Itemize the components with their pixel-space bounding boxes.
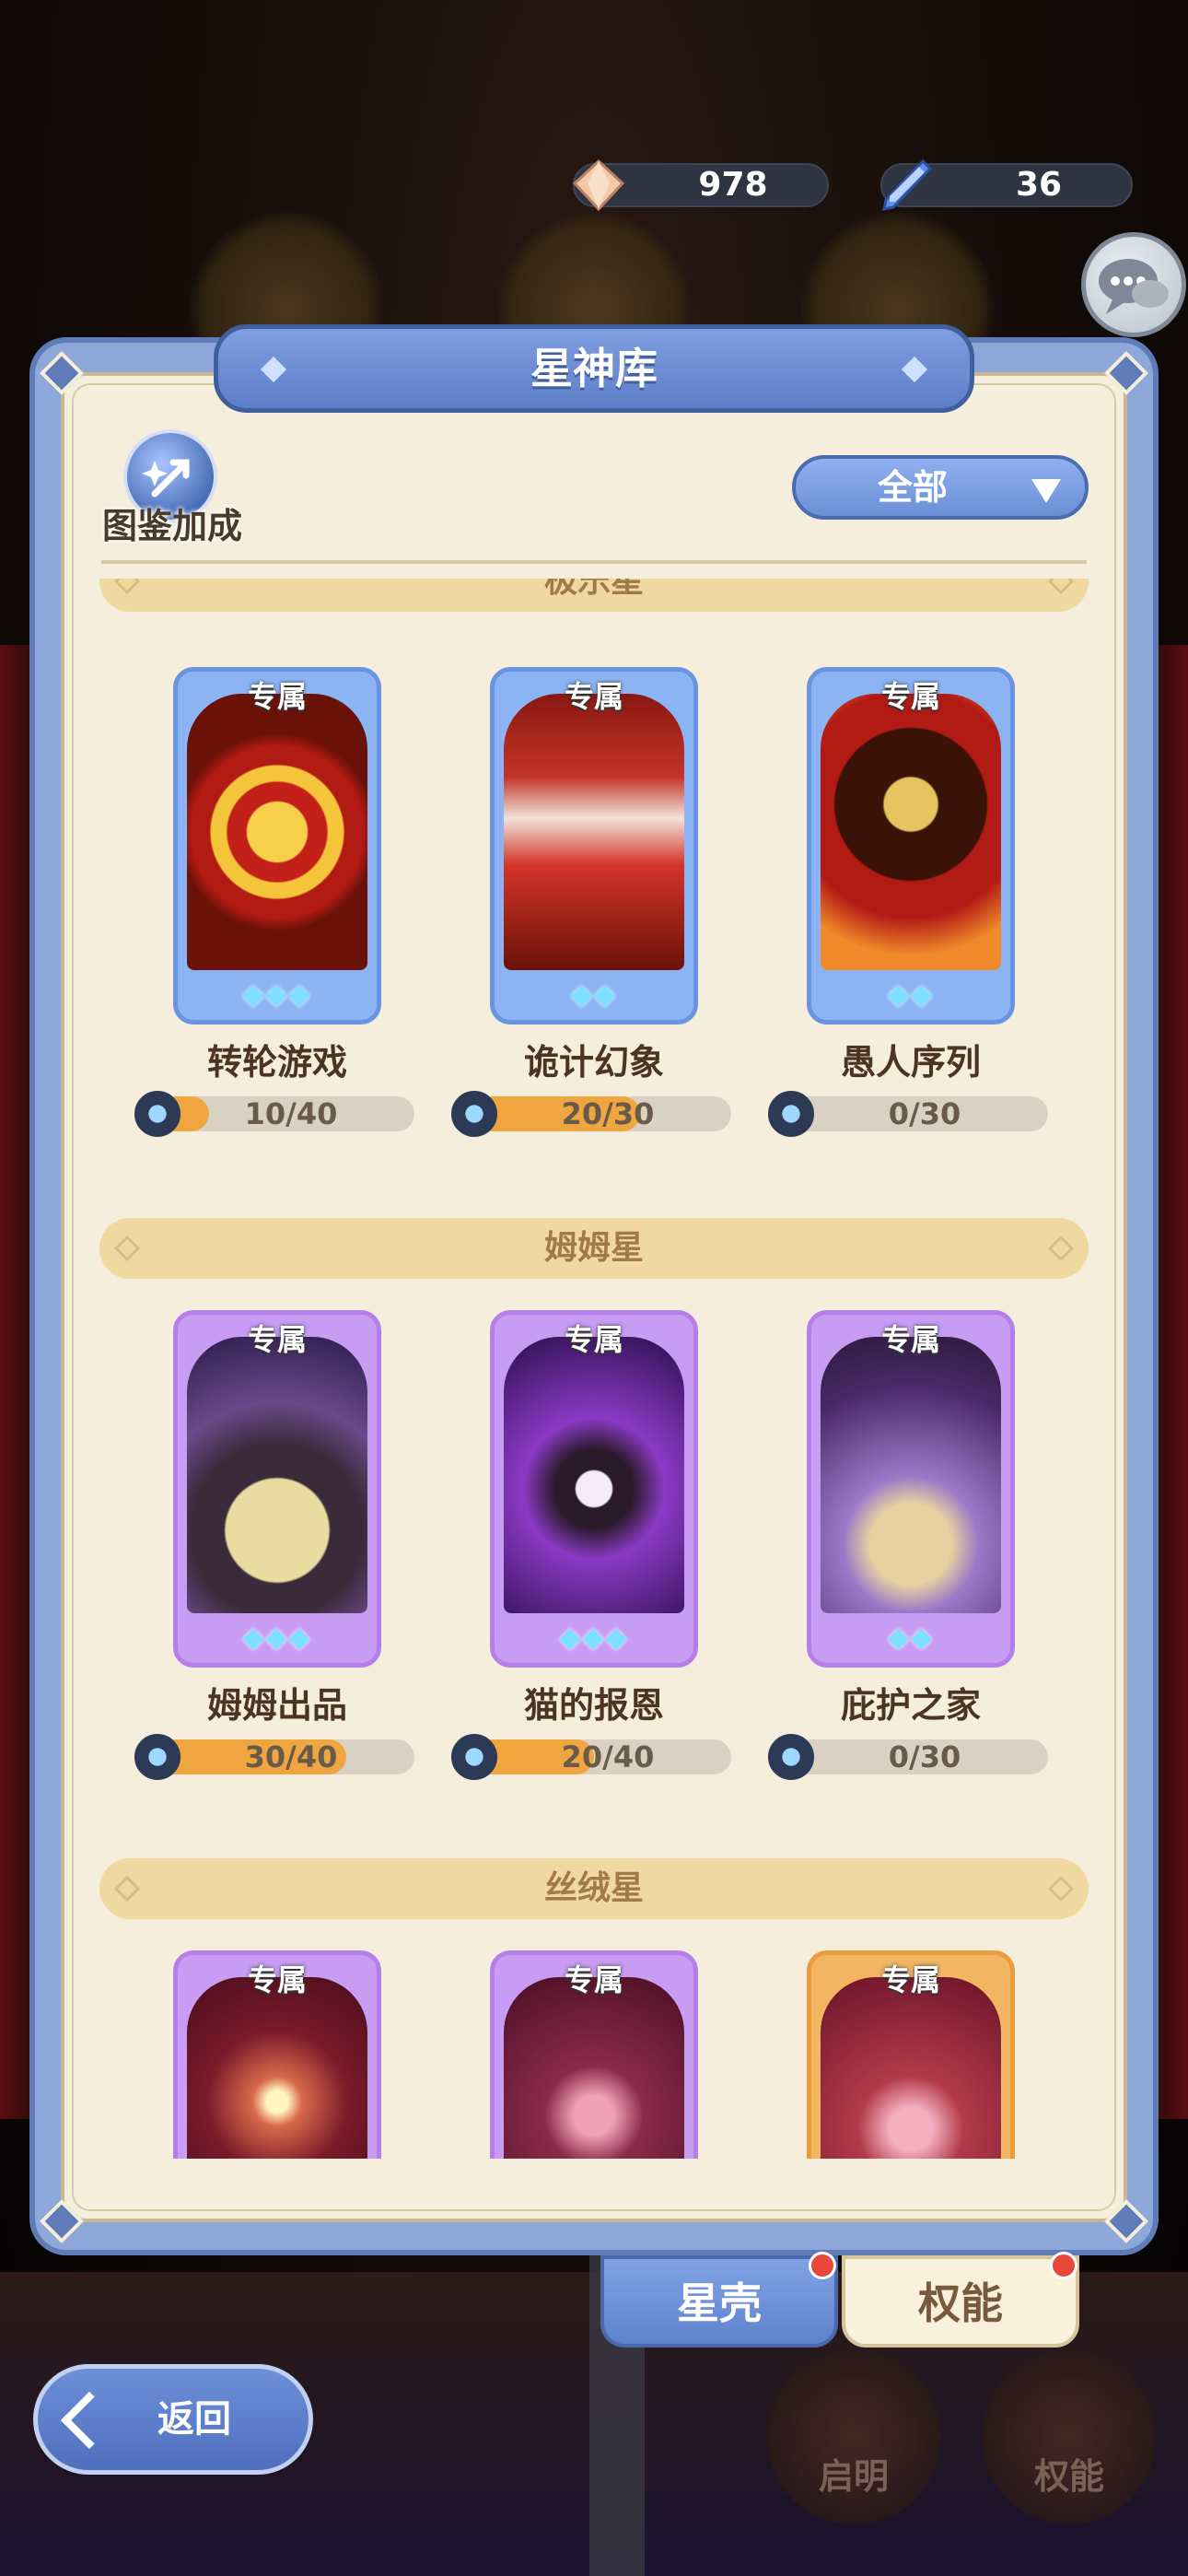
exclusive-tag: 专属 [247,1962,307,1997]
card-progress-bar: 0/30 [768,1734,1048,1780]
progress-text: 0/30 [888,1096,961,1131]
notification-dot [809,2252,836,2279]
card-art [187,1337,367,1613]
exclusive-tag: 专属 [880,679,940,714]
notification-dot [1050,2252,1077,2279]
card-trick-illusion[interactable]: 专属 ◆◆ [490,667,698,1025]
section-header: 姆姆星 [99,1218,1089,1279]
exclusive-tag: 专属 [247,679,307,714]
card-art [504,694,684,970]
section-header: 极乐星 [99,579,1089,612]
card-name: 转轮游戏 [206,1042,347,1083]
panel-title: 星神库 [530,344,658,393]
exclusive-tag: 专属 [880,1962,940,1997]
tab-power[interactable]: 权能 [842,2255,1079,2348]
section-title: 丝绒星 [543,1869,644,1907]
ticket-resource-bar[interactable]: 36 [880,158,1133,211]
filter-dropdown[interactable]: 全部 [792,455,1089,520]
card-cats-gratitude[interactable]: 专属 ◆◆◆ [490,1310,698,1668]
exclusive-tag: 专属 [564,1322,623,1357]
power-button[interactable]: 权能 [982,2349,1157,2524]
progress-text: 20/30 [561,1096,655,1131]
star-rating: ◆◆ [887,1622,935,1654]
card-progress-bar: 20/40 [451,1734,731,1780]
ticket-count: 36 [1015,166,1063,204]
collection-bonus-label[interactable]: 图鉴加成 [96,498,249,548]
star-rating: ◆◆ [570,978,618,1011]
card-velvet-1[interactable]: 专属 [173,1950,381,2159]
star-rating: ◆◆ [887,978,935,1011]
back-button[interactable]: 返回 [33,2364,313,2475]
exclusive-tag: 专属 [247,1322,307,1357]
card-name: 姆姆出品 [206,1685,347,1726]
section-header: 丝绒星 [99,1858,1089,1919]
card-progress-bar: 0/30 [768,1091,1048,1137]
gem-count: 978 [698,166,768,204]
filter-selected-value: 全部 [877,467,948,508]
progress-text: 20/40 [561,1739,655,1774]
star-rating: ◆◆◆ [559,1622,629,1654]
card-velvet-3[interactable]: 专属 [807,1950,1015,2159]
card-art [187,694,367,970]
dropdown-arrow-icon [1031,479,1061,503]
tab-star-shell[interactable]: 星壳 [600,2255,838,2348]
dawn-label: 启明 [818,2456,889,2497]
card-progress-bar: 30/40 [134,1734,414,1780]
card-scroll-list[interactable]: 极乐星 专属 ◆◆◆ 转轮游戏 10/40 专属 ◆◆ 诡计幻象 20/30 专… [83,579,1105,2159]
power-label: 权能 [1033,2456,1104,2497]
progress-text: 0/30 [888,1739,961,1774]
exclusive-tag: 专属 [880,1322,940,1357]
progress-text: 10/40 [244,1096,338,1131]
star-rating: ◆◆◆ [242,978,312,1011]
gem-resource-bar[interactable]: 978 [572,158,829,212]
back-arrow-icon [60,2391,119,2450]
back-label: 返回 [157,2398,231,2441]
tab-power-label: 权能 [918,2278,1003,2328]
card-art [821,1977,1001,2159]
card-name: 猫的报恩 [523,1685,664,1726]
section-title: 姆姆星 [543,1229,644,1267]
section-title: 极乐星 [543,579,644,600]
star-rating: ◆◆◆ [242,1622,312,1654]
chat-button[interactable] [1081,232,1186,337]
card-name: 愚人序列 [840,1042,981,1083]
card-art [821,694,1001,970]
progress-text: 30/40 [244,1739,338,1774]
dawn-button[interactable]: 启明 [766,2349,941,2524]
card-art [187,1977,367,2159]
card-shelter-home[interactable]: 专属 ◆◆ [807,1310,1015,1668]
tab-star-shell-label: 星壳 [677,2278,762,2328]
card-art [504,1977,684,2159]
card-name: 诡计幻象 [523,1042,664,1083]
exclusive-tag: 专属 [564,679,623,714]
card-name: 庇护之家 [840,1685,981,1726]
chat-bubble-icon [1099,259,1169,314]
quill-ticket-icon [882,158,933,211]
gem-icon [572,158,625,212]
card-mumu-product[interactable]: 专属 ◆◆◆ [173,1310,381,1668]
card-wheel-game[interactable]: 专属 ◆◆◆ [173,667,381,1025]
card-progress-bar: 10/40 [134,1091,414,1137]
card-progress-bar: 20/30 [451,1091,731,1137]
card-fool-sequence[interactable]: 专属 ◆◆ [807,667,1015,1025]
header-divider [101,560,1087,564]
card-velvet-2[interactable]: 专属 [490,1950,698,2159]
card-art [504,1337,684,1613]
exclusive-tag: 专属 [564,1962,623,1997]
card-art [821,1337,1001,1613]
